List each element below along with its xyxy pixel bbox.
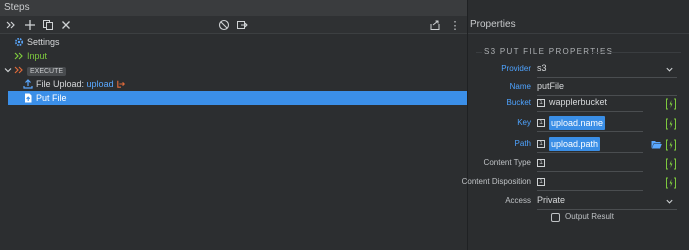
export-icon[interactable] [428,18,442,32]
info-icon[interactable]: i [537,140,545,148]
key-token[interactable]: upload.name [549,116,606,130]
circle-slash-icon[interactable] [217,18,231,32]
execute-label: EXECUTE [27,67,67,76]
provider-row: Provider s3 [468,62,689,78]
tree-item-label: Put File [36,93,67,103]
name-row: Name putFile [468,80,689,96]
provider-label: Provider [501,64,531,73]
data-binding-icon[interactable] [665,118,677,130]
data-binding-icon[interactable] [665,139,677,151]
info-icon[interactable]: i [537,119,545,127]
section-divider-left [476,52,482,53]
properties-title-text: Properties [470,19,516,30]
path-label: Path [514,139,531,148]
chevron-down-icon[interactable] [665,65,674,74]
properties-panel-title: Properties [468,0,689,34]
gear-icon [14,37,24,47]
steps-tree: Settings Input EXECUTE File Upload: uplo… [0,35,467,105]
chevrons-icon [14,52,23,60]
path-row: Path i upload.path [468,137,689,153]
properties-panel: Properties S3 PUT FILE PROPERTIES Provid… [462,0,689,250]
name-label: Name [509,82,531,91]
tree-item-put-file[interactable]: Put File [8,91,467,105]
output-result-checkbox[interactable] [551,213,560,222]
provider-select[interactable]: s3 [537,63,547,73]
upload-icon [23,79,33,89]
content-disposition-row: Content Disposition i [462,175,689,191]
chevron-down-icon[interactable] [665,197,674,206]
access-label: Access [505,196,531,205]
access-select[interactable]: Private [537,195,565,205]
tree-item-input[interactable]: Input [0,49,467,63]
tree-item-execute[interactable]: EXECUTE [0,63,467,77]
output-result-row: Output Result [468,211,689,227]
close-icon[interactable] [59,18,73,32]
key-underline [537,131,643,132]
file-icon [25,93,32,103]
tree-item-label: Input [27,51,48,61]
plus-icon[interactable] [23,18,37,32]
double-chevron-right-icon[interactable] [4,18,18,32]
output-result-label: Output Result [565,212,614,221]
provider-underline [537,77,677,78]
steps-toolbar: ⋮ [0,16,467,34]
execute-icon [14,66,23,74]
tree-item-link[interactable]: upload [87,79,114,89]
folder-open-icon[interactable] [651,140,662,149]
content-type-underline [537,171,643,172]
move-out-icon[interactable] [235,18,249,32]
content-type-label: Content Type [483,158,531,167]
info-icon[interactable]: i [537,99,545,107]
key-label: Key [517,118,531,127]
content-disposition-underline [537,190,643,191]
bucket-row: Bucket i wapplerbucket [468,96,689,112]
more-menu-icon[interactable]: ⋮ [448,18,462,32]
path-token[interactable]: upload.path [549,137,601,151]
bucket-label: Bucket [506,98,531,107]
access-underline [537,209,677,210]
path-underline [537,152,643,153]
steps-panel: Steps ⋮ Settings Input EXECUTE File Uplo… [0,0,467,250]
tree-item-label: Settings [27,37,60,47]
bucket-input[interactable]: wapplerbucket [549,97,607,107]
steps-panel-title: Steps [0,0,467,16]
tree-item-label: File Upload: [36,79,85,89]
data-binding-icon[interactable] [665,158,677,170]
chevron-down-icon [4,68,12,73]
data-binding-icon[interactable] [665,177,677,189]
data-binding-icon[interactable] [665,98,677,110]
tree-item-settings[interactable]: Settings [0,35,467,49]
bucket-underline [537,111,643,112]
info-icon[interactable]: i [537,159,545,167]
content-type-row: Content Type i [468,156,689,172]
content-disposition-label: Content Disposition [461,177,531,186]
tree-item-file-upload[interactable]: File Upload: upload [0,77,467,91]
access-row: Access Private [468,194,689,210]
section-divider-right [592,52,681,53]
info-icon[interactable]: i [537,178,545,186]
key-row: Key i upload.name [468,116,689,132]
copy-icon[interactable] [41,18,55,32]
step-out-icon [117,80,126,88]
name-input[interactable]: putFile [537,81,564,91]
